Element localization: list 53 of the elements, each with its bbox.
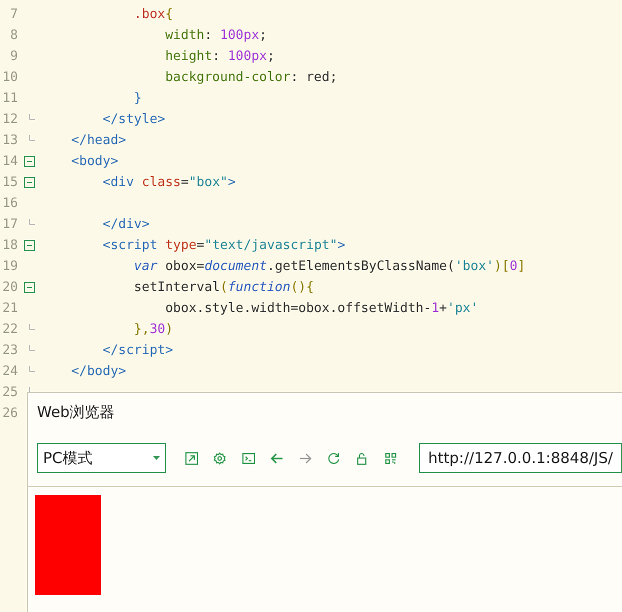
code-line: },30) xyxy=(132,322,174,337)
code-line: background-color: red; xyxy=(164,70,338,85)
code-line: obox.style.width=obox.offsetWidth-1+'px' xyxy=(164,301,478,316)
code-line: } xyxy=(132,91,142,106)
reload-icon[interactable] xyxy=(326,450,340,466)
code-line: </body> xyxy=(70,364,126,379)
line-number: 26 xyxy=(1,406,18,421)
code-line: var obox=document.getElementsByClassName('box')[0] xyxy=(132,259,526,274)
code-line: </div> xyxy=(102,217,150,232)
line-number: 8 xyxy=(9,28,18,43)
code-line: setInterval(function(){ xyxy=(132,280,314,295)
line-number: 18 xyxy=(1,238,18,253)
settings-icon[interactable] xyxy=(213,450,227,466)
collapse-icon[interactable] xyxy=(24,177,34,188)
code-line: <body> xyxy=(70,154,118,169)
line-number: 20 xyxy=(1,280,18,295)
line-number: 25 xyxy=(1,385,18,400)
caret-icon xyxy=(153,456,160,460)
collapse-icon[interactable] xyxy=(24,240,34,251)
code-line: .box{ xyxy=(132,7,174,22)
line-number: 11 xyxy=(1,91,18,106)
code-line: width: 100px; xyxy=(164,28,267,43)
line-number: 21 xyxy=(1,301,18,316)
line-number: 7 xyxy=(9,7,18,22)
collapse-icon[interactable] xyxy=(24,282,34,293)
code-line: height: 100px; xyxy=(164,49,275,64)
code-line: </style> xyxy=(102,112,166,127)
lock-icon[interactable] xyxy=(355,450,369,466)
mode-dropdown[interactable]: PC模式 xyxy=(37,443,166,473)
code-line: </head> xyxy=(70,133,126,148)
line-number: 22 xyxy=(1,322,18,337)
line-number: 9 xyxy=(9,49,18,64)
line-number: 24 xyxy=(1,364,18,379)
terminal-icon[interactable] xyxy=(242,450,256,466)
line-number: 19 xyxy=(1,259,18,274)
code-line: </script> xyxy=(102,343,174,358)
line-number: 23 xyxy=(1,343,18,358)
line-number: 14 xyxy=(1,154,18,169)
line-number: 16 xyxy=(1,196,18,211)
panel-title: Web浏览器 xyxy=(36,402,116,423)
url-field[interactable]: http://127.0.0.1:8848/JS/ xyxy=(419,443,622,473)
open-external-icon[interactable] xyxy=(185,450,198,466)
code-line: <div class="box"> xyxy=(102,175,236,190)
grid-icon[interactable] xyxy=(384,450,398,466)
line-number: 10 xyxy=(1,70,18,85)
code-line: <script type="text/javascript"> xyxy=(102,238,346,253)
line-number: 12 xyxy=(1,112,18,127)
line-number: 17 xyxy=(1,217,18,232)
line-number: 13 xyxy=(1,133,18,148)
line-number: 15 xyxy=(1,175,18,190)
collapse-icon[interactable] xyxy=(24,156,34,167)
forward-arrow-icon[interactable] xyxy=(298,450,312,466)
back-arrow-icon[interactable] xyxy=(270,450,284,466)
